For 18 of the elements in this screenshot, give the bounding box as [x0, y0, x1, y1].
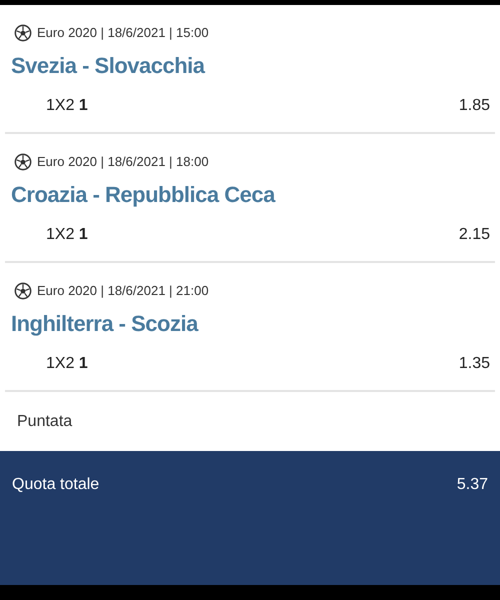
total-odds-label: Quota totale	[12, 475, 100, 495]
event-info: Euro 2020 | 18/6/2021 | 15:00	[37, 24, 209, 42]
match-title: Svezia - Slovacchia	[10, 52, 204, 80]
odds-value: 2.15	[458, 225, 490, 245]
match-title: Croazia - Repubblica Ceca	[10, 181, 275, 209]
bet-selection: 1X2 1	[46, 354, 88, 374]
stake-label: Puntata	[17, 412, 72, 432]
event-info: Euro 2020 | 18/6/2021 | 18:00	[37, 153, 209, 172]
soccer-ball-icon	[14, 153, 32, 171]
event-info: Euro 2020 | 18/6/2021 | 21:00	[37, 282, 209, 300]
soccer-ball-icon	[14, 24, 32, 42]
bet-selection: 1X2 1	[46, 96, 88, 116]
odds-value: 1.35	[458, 354, 490, 374]
total-odds-value: 5.37	[456, 475, 488, 495]
soccer-ball-icon	[14, 282, 32, 300]
odds-value: 1.85	[458, 96, 490, 116]
match-title: Inghilterra - Scozia	[10, 310, 198, 338]
bet-selection: 1X2 1	[46, 225, 88, 245]
